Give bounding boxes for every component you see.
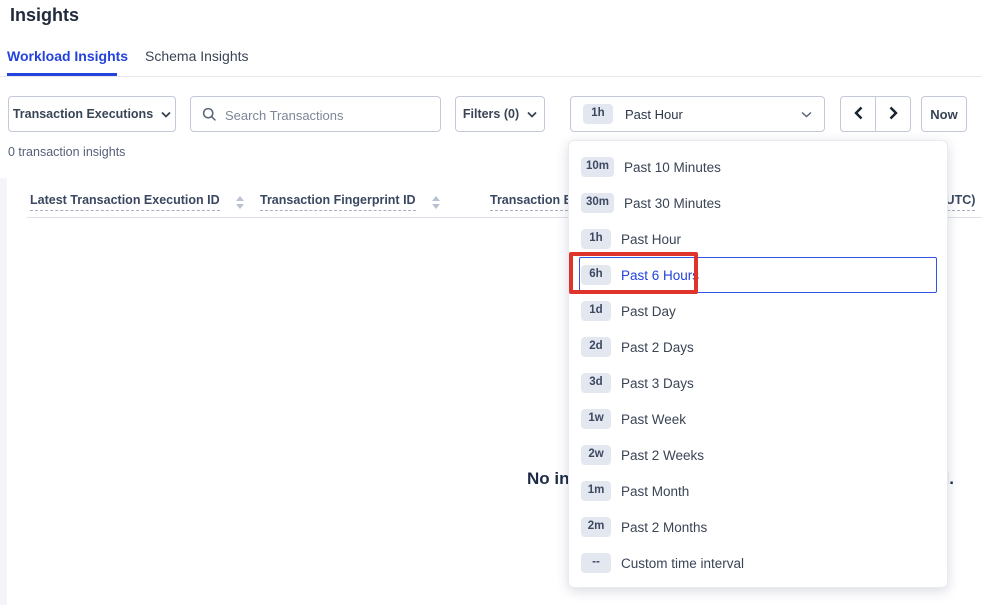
time-option-past-2-days[interactable]: 2d Past 2 Days — [569, 329, 947, 365]
chevron-left-icon — [854, 106, 863, 123]
view-select-dropdown[interactable]: Transaction Executions — [8, 96, 176, 132]
time-pager — [840, 96, 911, 132]
column-header-latest-transaction-execution-id[interactable]: Latest Transaction Execution ID — [30, 193, 244, 211]
search-box[interactable] — [190, 96, 441, 132]
time-option-label: Past 3 Days — [621, 376, 694, 391]
time-option-label: Past 10 Minutes — [624, 160, 721, 175]
time-option-label: Custom time interval — [621, 556, 744, 571]
column-label: Latest Transaction Execution ID — [30, 193, 220, 211]
tab-workload-insights[interactable]: Workload Insights — [7, 48, 128, 64]
time-option-label: Past Week — [621, 412, 686, 427]
time-option-badge: 1d — [581, 301, 611, 321]
chevron-down-icon — [161, 107, 171, 121]
time-interval-dropdown-menu: 10m Past 10 Minutes 30m Past 30 Minutes … — [568, 140, 948, 588]
search-icon — [202, 107, 217, 127]
time-option-past-2-weeks[interactable]: 2w Past 2 Weeks — [569, 437, 947, 473]
column-label: Transaction Fingerprint ID — [260, 193, 416, 211]
time-interval-label: Past Hour — [625, 107, 683, 122]
time-option-label: Past Month — [621, 484, 689, 499]
time-option-badge: 1h — [581, 229, 611, 249]
time-option-badge: 1w — [581, 409, 611, 429]
time-option-label: Past 30 Minutes — [624, 196, 721, 211]
sort-arrows-icon — [432, 193, 440, 209]
time-option-badge: 2d — [581, 337, 611, 357]
insights-page: Insights Workload Insights Schema Insigh… — [0, 0, 982, 605]
time-option-label: Past 2 Months — [621, 520, 707, 535]
insights-count: 0 transaction insights — [8, 145, 125, 159]
chevron-right-icon — [889, 106, 898, 123]
filters-button[interactable]: Filters (0) — [455, 96, 545, 132]
time-option-label: Past 2 Days — [621, 340, 694, 355]
time-option-past-month[interactable]: 1m Past Month — [569, 473, 947, 509]
page-title: Insights — [10, 5, 79, 26]
time-option-badge: 1m — [581, 481, 611, 501]
time-option-badge: 6h — [581, 265, 611, 285]
time-option-past-6-hours[interactable]: 6h Past 6 Hours — [579, 257, 937, 293]
time-option-past-week[interactable]: 1w Past Week — [569, 401, 947, 437]
time-option-past-3-days[interactable]: 3d Past 3 Days — [569, 365, 947, 401]
column-header-transaction-fingerprint-id[interactable]: Transaction Fingerprint ID — [260, 193, 440, 211]
time-option-past-hour[interactable]: 1h Past Hour — [569, 221, 947, 257]
next-interval-button[interactable] — [875, 96, 911, 132]
time-option-label: Past 6 Hours — [621, 268, 699, 283]
time-interval-badge: 1h — [583, 104, 613, 124]
chevron-down-icon — [801, 105, 812, 123]
time-option-label: Past Day — [621, 304, 676, 319]
time-option-badge: 30m — [581, 193, 614, 213]
time-option-badge: -- — [581, 553, 611, 573]
tabbar-divider — [0, 76, 982, 77]
tab-schema-insights[interactable]: Schema Insights — [145, 48, 249, 64]
time-option-badge: 10m — [581, 157, 614, 177]
time-option-badge: 3d — [581, 373, 611, 393]
chevron-down-icon — [527, 107, 537, 121]
time-option-past-30-minutes[interactable]: 30m Past 30 Minutes — [569, 185, 947, 221]
time-option-badge: 2w — [581, 445, 611, 465]
time-option-label: Past 2 Weeks — [621, 448, 704, 463]
time-option-badge: 2m — [581, 517, 611, 537]
time-option-label: Past Hour — [621, 232, 681, 247]
filters-label: Filters (0) — [463, 107, 519, 121]
previous-interval-button[interactable] — [840, 96, 876, 132]
sort-arrows-icon — [236, 193, 244, 209]
search-input[interactable] — [223, 97, 437, 133]
view-select-label: Transaction Executions — [13, 107, 153, 121]
now-button[interactable]: Now — [921, 96, 967, 132]
left-gutter — [0, 178, 7, 605]
time-option-custom-interval[interactable]: -- Custom time interval — [569, 545, 947, 581]
time-option-past-10-minutes[interactable]: 10m Past 10 Minutes — [569, 149, 947, 185]
time-option-past-day[interactable]: 1d Past Day — [569, 293, 947, 329]
time-option-past-2-months[interactable]: 2m Past 2 Months — [569, 509, 947, 545]
time-interval-select[interactable]: 1h Past Hour — [570, 96, 825, 132]
